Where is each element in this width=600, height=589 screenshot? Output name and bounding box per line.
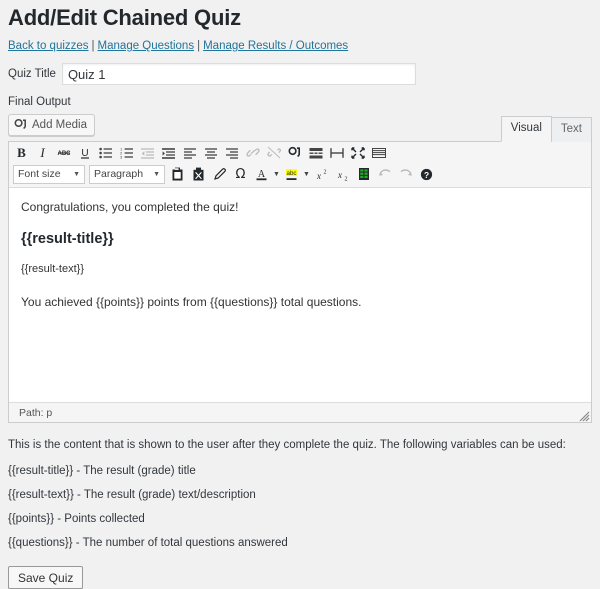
svg-text:x: x <box>316 171 321 181</box>
subscript-icon[interactable]: x2 <box>332 165 353 184</box>
paragraph-style-select[interactable]: Paragraph ▼ <box>89 164 165 184</box>
align-left-icon[interactable] <box>179 143 200 162</box>
toolbar-toggle-icon[interactable] <box>368 143 389 162</box>
svg-text:?: ? <box>424 170 429 180</box>
page-title: Add/Edit Chained Quiz <box>8 5 241 30</box>
editor-mode-tabs: Visual Text <box>500 116 592 142</box>
text-color-dropdown-arrow[interactable]: ▼ <box>272 165 281 184</box>
svg-text:2: 2 <box>324 169 327 175</box>
list-item: {{questions}} - The number of total ques… <box>8 537 288 549</box>
align-center-icon[interactable] <box>200 143 221 162</box>
underline-icon[interactable]: U <box>74 143 95 162</box>
background-color-icon[interactable]: abc <box>281 165 302 184</box>
fullscreen-icon[interactable] <box>347 143 368 162</box>
format-painter-icon[interactable] <box>209 165 230 184</box>
undo-icon <box>374 165 395 184</box>
blockquote-icon[interactable] <box>158 143 179 162</box>
editor-toolbar: B I ABC U 123 Font size ▼ Paragraph ▼ Ω … <box>9 142 591 187</box>
unlink-icon <box>263 143 284 162</box>
editor-status-bar: Path: p <box>9 402 591 422</box>
chevron-down-icon: ▼ <box>73 170 80 178</box>
toolbar-row-2: Font size ▼ Paragraph ▼ Ω A ▼ abc ▼ x 2 … <box>9 162 591 185</box>
content-line-1: Congratulations, you completed the quiz! <box>21 200 239 214</box>
tab-visual[interactable]: Visual <box>500 116 552 142</box>
paragraph-style-label: Paragraph <box>94 168 144 180</box>
italic-icon[interactable]: I <box>32 143 53 162</box>
superscript-icon[interactable]: x2 <box>311 165 332 184</box>
svg-text:ABC: ABC <box>57 151 71 157</box>
svg-text:A: A <box>258 169 266 180</box>
tab-text[interactable]: Text <box>550 117 592 142</box>
svg-text:U: U <box>81 148 88 159</box>
list-item: {{result-text}} - The result (grade) tex… <box>8 489 256 501</box>
final-output-label: Final Output <box>8 96 71 108</box>
manage-questions-link[interactable]: Manage Questions <box>98 40 195 52</box>
background-color-dropdown-arrow[interactable]: ▼ <box>302 165 311 184</box>
numbered-list-icon[interactable]: 123 <box>116 143 137 162</box>
insert-link-icon <box>242 143 263 162</box>
quiz-title-label: Quiz Title <box>8 68 56 80</box>
content-line-3: You achieved {{points}} points from {{qu… <box>21 294 362 309</box>
help-icon[interactable]: ? <box>416 165 437 184</box>
back-to-quizzes-link[interactable]: Back to quizzes <box>8 40 89 52</box>
insert-more-tag-icon[interactable] <box>305 143 326 162</box>
save-quiz-button[interactable]: Save Quiz <box>8 566 84 589</box>
special-character-icon[interactable]: Ω <box>230 165 251 184</box>
svg-text:abc: abc <box>287 170 297 177</box>
font-size-label: Font size <box>18 168 61 180</box>
chevron-down-icon: ▼ <box>153 170 160 178</box>
content-heading: {{result-title}} <box>21 231 114 247</box>
help-intro-text: This is the content that is shown to the… <box>8 439 566 451</box>
svg-text:3: 3 <box>120 154 123 158</box>
breadcrumb: Back to quizzes | Manage Questions | Manage … <box>8 34 592 60</box>
list-item: {{points}} - Points collected <box>8 513 145 525</box>
toolbar-row-1: B I ABC U 123 <box>9 143 591 162</box>
editor-resize-handle[interactable] <box>578 410 590 422</box>
editor-box: B I ABC U 123 Font size ▼ Paragraph ▼ Ω … <box>8 141 592 423</box>
font-size-select[interactable]: Font size ▼ <box>13 164 85 184</box>
editor-content-area[interactable]: Congratulations, you completed the quiz!… <box>9 187 591 402</box>
outdent-icon <box>137 143 158 162</box>
strikethrough-icon[interactable]: ABC <box>53 143 74 162</box>
bullet-list-icon[interactable] <box>95 143 116 162</box>
nav-separator-2: | <box>197 40 201 52</box>
content-line-2: {{result-text}} <box>21 263 84 275</box>
quiz-title-input[interactable] <box>61 63 416 85</box>
insert-page-break-icon[interactable] <box>326 143 347 162</box>
add-media-button[interactable]: Add Media <box>8 114 95 136</box>
text-color-icon[interactable]: A <box>251 165 272 184</box>
admin-page: Add/Edit Chained Quiz Back to quizzes | Ma… <box>0 0 600 589</box>
final-output-editor: Add Media Visual Text B I ABC U 1 2 3 Fo… <box>8 114 592 423</box>
redo-icon <box>395 165 416 184</box>
nav-separator-1: | <box>91 40 95 52</box>
quiz-title-row: Quiz Title <box>8 60 592 85</box>
remove-formatting-icon[interactable] <box>188 165 209 184</box>
svg-text:2: 2 <box>345 176 348 181</box>
add-media-label: Add Media <box>32 119 87 131</box>
editor-top-bar: Add Media Visual Text <box>8 114 592 142</box>
list-item: {{result-title}} - The result (grade) ti… <box>8 465 196 477</box>
bold-icon[interactable]: B <box>11 143 32 162</box>
paste-as-text-icon[interactable] <box>167 165 188 184</box>
insert-image-icon[interactable] <box>284 143 305 162</box>
insert-table-icon[interactable] <box>353 165 374 184</box>
align-right-icon[interactable] <box>221 143 242 162</box>
add-media-icon <box>14 118 28 132</box>
element-path: Path: p <box>19 406 53 419</box>
svg-text:x: x <box>337 170 342 180</box>
manage-results-link[interactable]: Manage Results / Outcomes <box>203 40 348 52</box>
variable-list: {{result-title}} - The result (grade) ti… <box>8 453 592 559</box>
